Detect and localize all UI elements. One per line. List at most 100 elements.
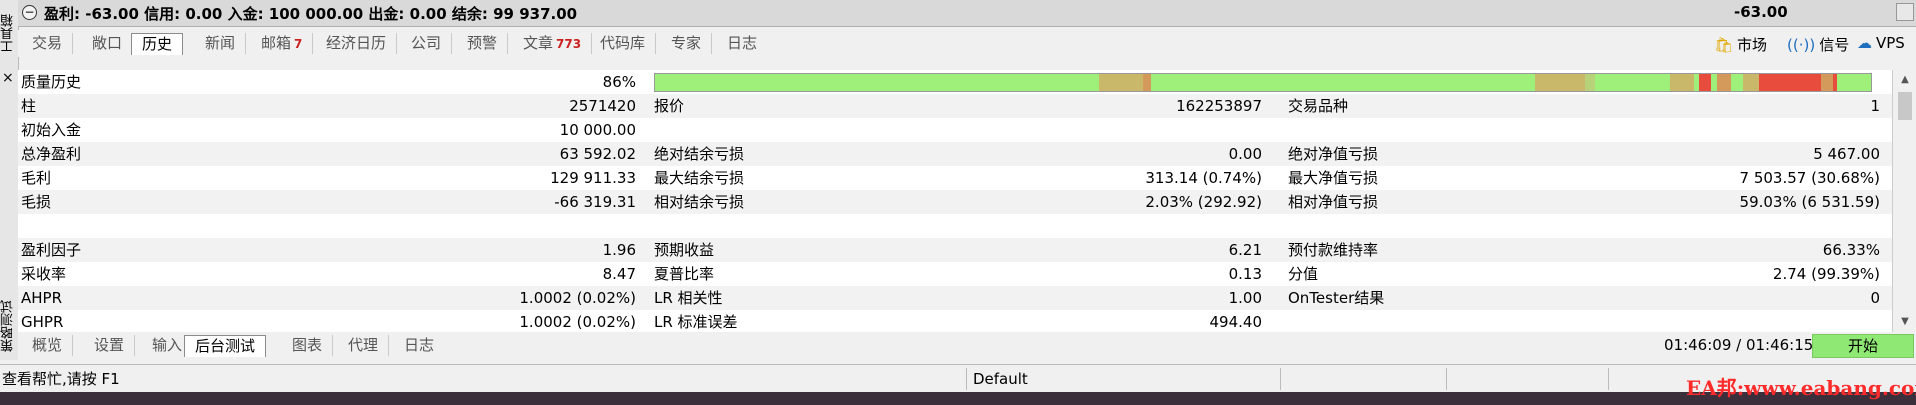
tab-label: 图表 <box>292 336 323 354</box>
stat-value: 2.74 (99.39%) <box>1772 265 1880 283</box>
tab-history[interactable]: 历史 <box>131 33 184 55</box>
account-summary-bar: − 盈利: -63.00 信用: 0.00 入金: 100 000.00 出金:… <box>18 0 1916 27</box>
profile-name: Default <box>973 370 1028 388</box>
tab-label: 经济日历 <box>326 34 387 52</box>
quality-segment <box>1099 74 1143 91</box>
stat-label: 绝对结余亏损 <box>654 145 745 163</box>
vps-link[interactable]: ☁ VPS <box>1853 34 1905 52</box>
help-hint: 查看帮忙,请按 F1 <box>2 370 120 388</box>
stat-label: 相对净值亏损 <box>1288 193 1379 211</box>
quality-segment <box>1743 74 1759 91</box>
toolbox-side-label[interactable]: 工具箱 <box>0 4 18 64</box>
stat-value: -66 319.31 <box>554 193 636 211</box>
tab-label: 邮箱 <box>261 34 292 52</box>
quality-label: 质量历史 <box>21 73 82 91</box>
history-quality-bar <box>654 73 1872 92</box>
tab-label: 日志 <box>727 34 758 52</box>
tab-label: 后台测试 <box>195 337 256 355</box>
status-divider <box>1608 368 1609 390</box>
signals-label: 信号 <box>1819 36 1850 54</box>
stat-value: 162253897 <box>1176 97 1262 115</box>
tab-trade[interactable]: 交易 <box>22 33 74 54</box>
quality-segment <box>1759 74 1821 91</box>
stat-label: 报价 <box>654 97 685 115</box>
quality-segment <box>1670 74 1694 91</box>
stat-label: 毛损 <box>21 193 52 211</box>
stat-label: 采收率 <box>21 265 67 283</box>
collapse-icon[interactable]: − <box>22 5 37 20</box>
signals-link[interactable]: ((·)) 信号 <box>1783 34 1849 55</box>
start-button[interactable]: 开始 <box>1812 334 1914 358</box>
scroll-down-icon[interactable]: ▼ <box>1893 312 1916 332</box>
tab-exposure[interactable]: 敞口 <box>82 33 134 54</box>
tab-backtest[interactable]: 后台测试 <box>184 335 267 357</box>
tab-agents[interactable]: 代理 <box>338 335 390 356</box>
quality-segment <box>1717 74 1731 91</box>
report-row: 初始入金 10 000.00 <box>18 118 1892 142</box>
scroll-up-icon[interactable]: ▲ <box>1893 70 1916 90</box>
stat-value: 1.0002 (0.02%) <box>519 289 636 307</box>
tab-company[interactable]: 公司 <box>401 33 453 54</box>
tab-settings[interactable]: 设置 <box>84 335 136 356</box>
quality-segment <box>1699 74 1711 91</box>
tab-tester-journal[interactable]: 日志 <box>394 335 444 356</box>
tab-news[interactable]: 新闻 <box>195 33 247 54</box>
status-divider <box>966 368 967 390</box>
stat-label: 相对结余亏损 <box>654 193 745 211</box>
tab-articles[interactable]: 文章 773 <box>513 33 593 54</box>
report-scrollbar[interactable]: ▲ ▼ <box>1892 70 1916 332</box>
report-row: 毛损 -66 319.31 相对结余亏损 2.03% (292.92) 相对净值… <box>18 190 1892 214</box>
quality-segment <box>1143 74 1151 91</box>
close-panel-icon[interactable]: × <box>2 70 14 86</box>
stat-label: 最大净值亏损 <box>1288 169 1379 187</box>
stat-value: 66.33% <box>1822 241 1880 259</box>
tab-journal[interactable]: 日志 <box>717 33 767 54</box>
tab-economic-calendar[interactable]: 经济日历 <box>316 33 398 54</box>
tab-label: 日志 <box>404 336 435 354</box>
signal-icon: ((·)) <box>1787 36 1816 54</box>
tab-experts[interactable]: 专家 <box>661 33 713 54</box>
report-row: GHPR 1.0002 (0.02%) LR 标准误差 494.40 <box>18 310 1892 332</box>
scroll-thumb[interactable] <box>1898 92 1912 120</box>
tab-graph[interactable]: 图表 <box>282 335 334 356</box>
stat-value: 0 <box>1870 289 1880 307</box>
stat-label: AHPR <box>21 289 63 307</box>
stat-label: 预付款维持率 <box>1288 241 1379 259</box>
stat-label: 毛利 <box>21 169 52 187</box>
stat-label: OnTester结果 <box>1288 289 1385 307</box>
tab-mailbox[interactable]: 邮箱 7 <box>251 33 314 54</box>
market-link[interactable]: 🛍 市场 <box>1710 34 1767 55</box>
report-row: 柱 2571420 报价 162253897 交易品种 1 <box>18 94 1892 118</box>
stat-label: 绝对净值亏损 <box>1288 145 1379 163</box>
stat-label: 初始入金 <box>21 121 82 139</box>
tab-label: 文章 <box>523 34 554 52</box>
summary-scroll-button[interactable] <box>1896 3 1914 21</box>
stat-label: LR 标准误差 <box>654 313 738 331</box>
strategy-tester-side-label[interactable]: 策略测试 <box>0 292 18 360</box>
stat-value: 129 911.33 <box>550 169 636 187</box>
stat-label: 分值 <box>1288 265 1319 283</box>
tab-label: 设置 <box>94 336 125 354</box>
backtest-report: 质量历史 86% 柱 2571420 报价 162253897 交易品种 1 初… <box>18 70 1892 332</box>
stat-value: 313.14 (0.74%) <box>1145 169 1262 187</box>
stat-label: 最大结余亏损 <box>654 169 745 187</box>
tab-label: 代理 <box>348 336 379 354</box>
mailbox-count-badge: 7 <box>294 37 303 51</box>
stat-value: 2.03% (292.92) <box>1145 193 1262 211</box>
report-row: 盈利因子 1.96 预期收益 6.21 预付款维持率 66.33% <box>18 238 1892 262</box>
stat-value: 63 592.02 <box>559 145 636 163</box>
quality-segment <box>1821 74 1833 91</box>
quality-value: 86% <box>602 73 636 91</box>
taskbar <box>0 392 1916 405</box>
tab-overview[interactable]: 概览 <box>22 335 74 356</box>
stat-label: 预期收益 <box>654 241 715 259</box>
stat-value: 1.96 <box>602 241 636 259</box>
stat-value: 59.03% (6 531.59) <box>1739 193 1880 211</box>
tab-label: 代码库 <box>600 34 646 52</box>
tab-alerts[interactable]: 预警 <box>457 33 509 54</box>
stat-label: 总净盈利 <box>21 145 82 163</box>
tab-code-base[interactable]: 代码库 <box>590 33 657 54</box>
quality-segment <box>1535 74 1585 91</box>
stat-label: 盈利因子 <box>21 241 82 259</box>
report-spacer-row <box>18 214 1892 238</box>
